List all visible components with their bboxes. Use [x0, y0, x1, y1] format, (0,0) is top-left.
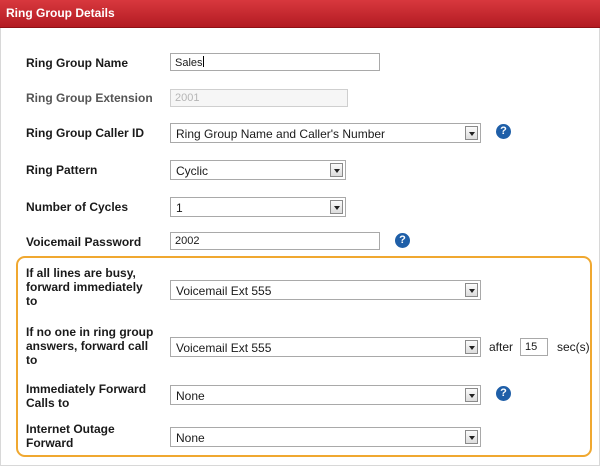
busy-forward-label-line: to: [26, 294, 38, 308]
busy-forward-label-line: forward immediately: [26, 280, 143, 294]
ring-pattern-label: Ring Pattern: [26, 163, 98, 177]
help-icon[interactable]: ?: [496, 124, 511, 139]
ring-pattern-select[interactable]: Cyclic: [170, 160, 346, 180]
no-answer-timeout-input[interactable]: 15: [520, 338, 548, 356]
outage-forward-label-line: Forward: [26, 436, 74, 450]
no-answer-forward-label-line: to: [26, 353, 38, 367]
chevron-down-icon: [465, 126, 478, 140]
chevron-down-icon: [465, 283, 478, 297]
ring-pattern-value: Cyclic: [176, 164, 208, 178]
number-of-cycles-select[interactable]: 1: [170, 197, 346, 217]
ring-group-name-label: Ring Group Name: [26, 56, 129, 70]
after-label: after: [489, 340, 514, 354]
number-of-cycles-label: Number of Cycles: [26, 200, 129, 214]
immediate-forward-value: None: [176, 389, 205, 403]
text-caret: [202, 56, 204, 67]
immediate-forward-label: Immediately Forward Calls to: [26, 382, 146, 410]
immediate-forward-label-line: Immediately Forward: [26, 382, 147, 396]
help-icon[interactable]: ?: [496, 386, 511, 401]
busy-forward-label: If all lines are busy, forward immediate…: [26, 266, 143, 308]
outage-forward-value: None: [176, 431, 205, 445]
caller-id-value: Ring Group Name and Caller's Number: [176, 127, 386, 141]
busy-forward-select[interactable]: Voicemail Ext 555: [170, 280, 481, 300]
no-answer-forward-label-line: answers, forward call: [26, 339, 149, 353]
panel-header: Ring Group Details: [0, 0, 600, 28]
voicemail-password-input[interactable]: 2002: [170, 232, 380, 250]
chevron-down-icon: [330, 163, 343, 177]
immediate-forward-select[interactable]: None: [170, 385, 481, 405]
outage-forward-select[interactable]: None: [170, 427, 481, 447]
busy-forward-value: Voicemail Ext 555: [176, 284, 272, 298]
immediate-forward-label-line: Calls to: [26, 396, 70, 410]
ring-group-extension-label: Ring Group Extension: [26, 91, 153, 105]
number-of-cycles-value: 1: [176, 201, 183, 215]
voicemail-password-label: Voicemail Password: [26, 235, 142, 249]
no-answer-forward-value: Voicemail Ext 555: [176, 341, 272, 355]
panel-title: Ring Group Details: [6, 6, 115, 20]
ring-group-name-value: Sales: [175, 57, 203, 69]
outage-forward-label-line: Internet Outage: [26, 422, 115, 436]
chevron-down-icon: [465, 340, 478, 354]
busy-forward-label-line: If all lines are busy,: [26, 266, 136, 280]
no-answer-forward-select[interactable]: Voicemail Ext 555: [170, 337, 481, 357]
no-answer-forward-label: If no one in ring group answers, forward…: [26, 325, 153, 367]
ring-group-name-input[interactable]: Sales: [170, 53, 380, 71]
chevron-down-icon: [465, 430, 478, 444]
help-icon[interactable]: ?: [395, 233, 410, 248]
seconds-unit-label: sec(s): [557, 340, 590, 354]
outage-forward-label: Internet Outage Forward: [26, 422, 115, 450]
no-answer-forward-label-line: If no one in ring group: [26, 325, 154, 339]
caller-id-label: Ring Group Caller ID: [26, 126, 145, 140]
chevron-down-icon: [330, 200, 343, 214]
chevron-down-icon: [465, 388, 478, 402]
ring-group-extension-input: 2001: [170, 89, 348, 107]
caller-id-select[interactable]: Ring Group Name and Caller's Number: [170, 123, 481, 143]
